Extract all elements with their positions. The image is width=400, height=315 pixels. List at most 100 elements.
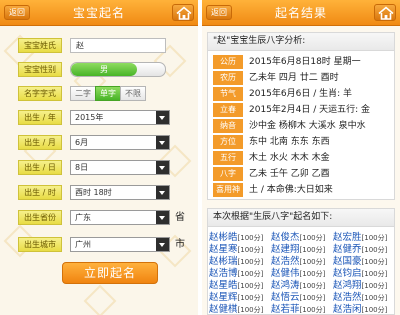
birth-city-select[interactable]: 广州 [70,237,170,252]
info-label: 农历 [213,71,243,85]
info-value: 2015年6月6日 / 生肖: 羊 [249,89,353,99]
name-result-text: 赵建翔 [271,244,300,255]
birth-year-label: 出生 / 年 [18,110,62,125]
name-result-item[interactable]: 赵鸿翔[100分] [333,280,387,291]
birth-hour-value: 酉时 18时 [75,188,112,197]
name-result-item[interactable]: 赵健伟[100分] [271,268,325,279]
gender-toggle[interactable]: 男 [70,62,166,77]
name-result-score: [100分] [299,282,326,290]
name-result-item[interactable]: 赵鸿涛[100分] [271,280,325,291]
name-result-text: 赵彬瑞 [209,256,238,267]
info-label: 八字 [213,167,243,181]
name-type-option-single[interactable]: 单字 [95,86,121,101]
name-type-option-two[interactable]: 二字 [70,86,96,101]
name-type-option-any[interactable]: 不限 [120,86,146,101]
name-result-score: [100分] [299,234,326,242]
name-result-item[interactable]: 赵星皓[100分] [209,280,263,291]
name-result-item[interactable]: 赵星寒[100分] [209,244,263,255]
name-result-item[interactable]: 赵若菲[100分] [271,304,325,315]
name-result-text: 赵浩然 [333,292,362,303]
name-result-score: [100分] [237,282,264,290]
name-result-item[interactable]: 赵国豪[100分] [333,256,387,267]
chevron-down-icon [156,136,169,149]
name-result-item[interactable]: 赵俊杰[100分] [271,232,325,243]
name-result-text: 赵国豪 [333,256,362,267]
info-value: 2015年2月4日 / 天运五行: 金 [249,105,371,115]
name-result-text: 赵宏胜 [333,232,362,243]
chevron-down-icon [156,211,169,224]
name-result-item[interactable]: 赵浩然[100分] [333,292,387,303]
info-value: 土 / 本命佛:大日如来 [249,185,333,195]
name-result-score: [100分] [361,294,388,302]
name-result-score: [100分] [361,234,388,242]
info-value: 东中 北南 东东 东西 [249,137,330,147]
name-result-item[interactable]: 赵浩博[100分] [209,268,263,279]
name-result-item[interactable]: 赵建翔[100分] [271,244,325,255]
name-result-score: [100分] [299,306,326,314]
names-title: 本次根据"生辰八字"起名如下: [208,209,394,227]
name-result-item[interactable]: 赵浩然[100分] [271,256,325,267]
top-bar: 返回 起名结果 [202,0,400,26]
home-button[interactable] [374,4,396,21]
birth-city-value: 广州 [75,240,91,249]
birth-day-value: 8日 [75,163,89,172]
name-result-item[interactable]: 赵健乔[100分] [333,244,387,255]
gender-label: 宝宝性别 [18,62,62,77]
baby-naming-form-screen: 返回 宝宝起名 宝宝姓氏 赵 宝宝性别 男 名字字式 二字 单字 不限 出生 /… [0,0,198,315]
name-result-item[interactable]: 赵浩闲[100分] [333,304,387,315]
home-icon [176,6,192,20]
name-result-score: [100分] [299,246,326,254]
name-result-text: 赵钧启 [333,268,362,279]
chevron-down-icon [156,186,169,199]
info-label: 立春 [213,103,243,117]
surname-label: 宝宝姓氏 [18,38,62,53]
page-title: 宝宝起名 [72,6,125,20]
name-result-score: [100分] [237,246,264,254]
name-result-text: 赵鸿涛 [271,280,300,291]
birth-year-select[interactable]: 2015年 [70,110,170,125]
name-result-item[interactable]: 赵悟云[100分] [271,292,325,303]
name-result-score: [100分] [361,246,388,254]
analysis-title: "赵"宝宝生辰八字分析: [208,33,394,51]
chevron-down-icon [156,111,169,124]
gender-toggle-value: 男 [71,63,137,76]
birth-province-value: 广东 [75,213,91,222]
birth-province-select[interactable]: 广东 [70,210,170,225]
name-type-label: 名字字式 [18,86,62,101]
name-result-text: 赵星辉 [209,292,238,303]
name-result-score: [100分] [361,306,388,314]
birth-day-label: 出生 / 日 [18,160,62,175]
naming-result-screen: 返回 起名结果 "赵"宝宝生辰八字分析: 公历 2015年6月8日18时 星期一… [202,0,400,315]
name-result-text: 赵浩博 [209,268,238,279]
name-result-text: 赵鸿翔 [333,280,362,291]
birth-month-select[interactable]: 6月 [70,135,170,150]
name-result-item[interactable]: 赵彬瑞[100分] [209,256,263,267]
birth-province-label: 出生省份 [18,210,62,225]
surname-input[interactable]: 赵 [70,38,166,53]
info-value: 2015年6月8日18时 星期一 [249,57,361,67]
name-result-item[interactable]: 赵宏胜[100分] [333,232,387,243]
name-result-text: 赵悟云 [271,292,300,303]
name-result-item[interactable]: 赵星辉[100分] [209,292,263,303]
home-icon [378,6,394,20]
name-result-score: [100分] [361,258,388,266]
province-suffix: 省 [175,212,185,223]
top-bar: 返回 宝宝起名 [0,0,198,26]
info-label: 公历 [213,55,243,69]
name-result-text: 赵若菲 [271,304,300,315]
generate-names-button[interactable]: 立即起名 [62,262,158,284]
name-result-item[interactable]: 赵彬皓[100分] [209,232,263,243]
name-result-item[interactable]: 赵健棋[100分] [209,304,263,315]
birth-hour-select[interactable]: 酉时 18时 [70,185,170,200]
name-result-score: [100分] [237,234,264,242]
name-result-text: 赵健伟 [271,268,300,279]
name-result-text: 赵健乔 [333,244,362,255]
birth-day-select[interactable]: 8日 [70,160,170,175]
home-button[interactable] [172,4,194,21]
chevron-down-icon [156,161,169,174]
name-result-score: [100分] [299,270,326,278]
name-result-score: [100分] [237,270,264,278]
name-result-score: [100分] [237,294,264,302]
name-result-text: 赵浩闲 [333,304,362,315]
name-result-item[interactable]: 赵钧启[100分] [333,268,387,279]
